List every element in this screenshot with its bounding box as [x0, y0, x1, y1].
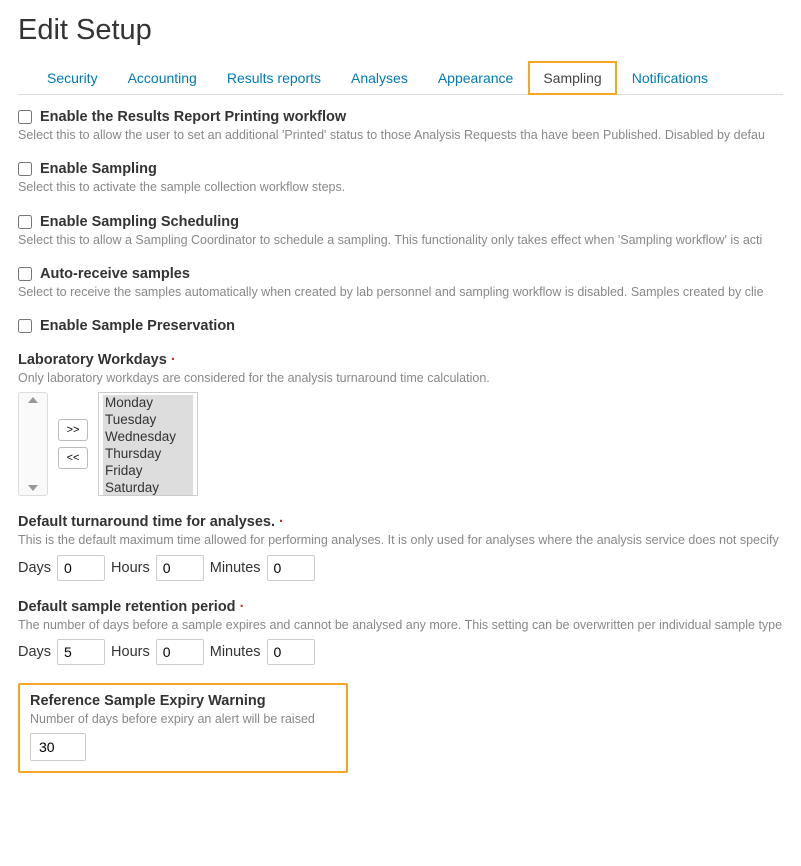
enable-sampling-sched-checkbox[interactable] — [18, 215, 32, 229]
expiry-warning-label: Reference Sample Expiry Warning — [30, 693, 336, 709]
triangle-up-icon — [28, 397, 38, 403]
turnaround-label: Default turnaround time for analyses. — [18, 514, 783, 530]
auto-receive-help: Select to receive the samples automatica… — [18, 284, 783, 300]
auto-receive-label: Auto-receive samples — [40, 266, 190, 282]
list-item[interactable]: Monday — [103, 395, 193, 412]
field-expiry-warning: Reference Sample Expiry Warning Number o… — [18, 683, 783, 773]
field-retention: Default sample retention period The numb… — [18, 599, 783, 665]
tab-notifications[interactable]: Notifications — [617, 61, 723, 95]
retention-help: The number of days before a sample expir… — [18, 617, 783, 633]
enable-report-printing-checkbox[interactable] — [18, 110, 32, 124]
expiry-warning-help: Number of days before expiry an alert wi… — [30, 711, 336, 727]
turnaround-hours-label: Hours — [111, 560, 150, 576]
workdays-add-button[interactable]: >> — [58, 419, 88, 441]
workdays-label: Laboratory Workdays — [18, 352, 783, 368]
field-workdays: Laboratory Workdays Only laboratory work… — [18, 352, 783, 496]
enable-sampling-label: Enable Sampling — [40, 161, 157, 177]
turnaround-help: This is the default maximum time allowed… — [18, 532, 783, 548]
retention-minutes-input[interactable] — [267, 639, 315, 665]
list-item[interactable]: Thursday — [103, 446, 193, 463]
turnaround-days-input[interactable] — [57, 555, 105, 581]
field-enable-sampling-sched: Enable Sampling Scheduling Select this t… — [18, 214, 783, 248]
workdays-remove-button[interactable]: << — [58, 447, 88, 469]
list-item[interactable]: Tuesday — [103, 412, 193, 429]
field-enable-report-printing: Enable the Results Report Printing workf… — [18, 109, 783, 143]
retention-hours-label: Hours — [111, 644, 150, 660]
triangle-down-icon — [28, 485, 38, 491]
enable-sampling-sched-label: Enable Sampling Scheduling — [40, 214, 239, 230]
enable-report-printing-help: Select this to allow the user to set an … — [18, 127, 783, 143]
turnaround-hours-input[interactable] — [156, 555, 204, 581]
expiry-warning-input[interactable] — [30, 733, 86, 761]
retention-minutes-label: Minutes — [210, 644, 261, 660]
field-turnaround: Default turnaround time for analyses. Th… — [18, 514, 783, 580]
enable-report-printing-label: Enable the Results Report Printing workf… — [40, 109, 346, 125]
tab-appearance[interactable]: Appearance — [423, 61, 529, 95]
tab-security[interactable]: Security — [32, 61, 113, 95]
field-enable-sampling: Enable Sampling Select this to activate … — [18, 161, 783, 195]
list-item[interactable]: Friday — [103, 463, 193, 480]
turnaround-days-label: Days — [18, 560, 51, 576]
workdays-left-scroll[interactable] — [18, 392, 48, 496]
list-item[interactable]: Saturday — [103, 480, 193, 497]
list-item[interactable]: Wednesday — [103, 429, 193, 446]
enable-sampling-checkbox[interactable] — [18, 162, 32, 176]
tab-bar: Security Accounting Results reports Anal… — [18, 61, 783, 95]
workdays-help: Only laboratory workdays are considered … — [18, 370, 783, 386]
field-enable-preservation: Enable Sample Preservation — [18, 318, 783, 334]
field-auto-receive: Auto-receive samples Select to receive t… — [18, 266, 783, 300]
turnaround-minutes-input[interactable] — [267, 555, 315, 581]
auto-receive-checkbox[interactable] — [18, 267, 32, 281]
tab-sampling[interactable]: Sampling — [528, 61, 616, 95]
tab-analyses[interactable]: Analyses — [336, 61, 423, 95]
enable-preservation-checkbox[interactable] — [18, 319, 32, 333]
enable-sampling-sched-help: Select this to allow a Sampling Coordina… — [18, 232, 783, 248]
retention-days-input[interactable] — [57, 639, 105, 665]
retention-hours-input[interactable] — [156, 639, 204, 665]
tab-accounting[interactable]: Accounting — [113, 61, 212, 95]
workdays-selected-list[interactable]: Monday Tuesday Wednesday Thursday Friday… — [98, 392, 198, 496]
page-title: Edit Setup — [18, 14, 783, 47]
enable-sampling-help: Select this to activate the sample colle… — [18, 179, 783, 195]
tab-results-reports[interactable]: Results reports — [212, 61, 336, 95]
retention-label: Default sample retention period — [18, 599, 783, 615]
retention-days-label: Days — [18, 644, 51, 660]
turnaround-minutes-label: Minutes — [210, 560, 261, 576]
enable-preservation-label: Enable Sample Preservation — [40, 318, 235, 334]
